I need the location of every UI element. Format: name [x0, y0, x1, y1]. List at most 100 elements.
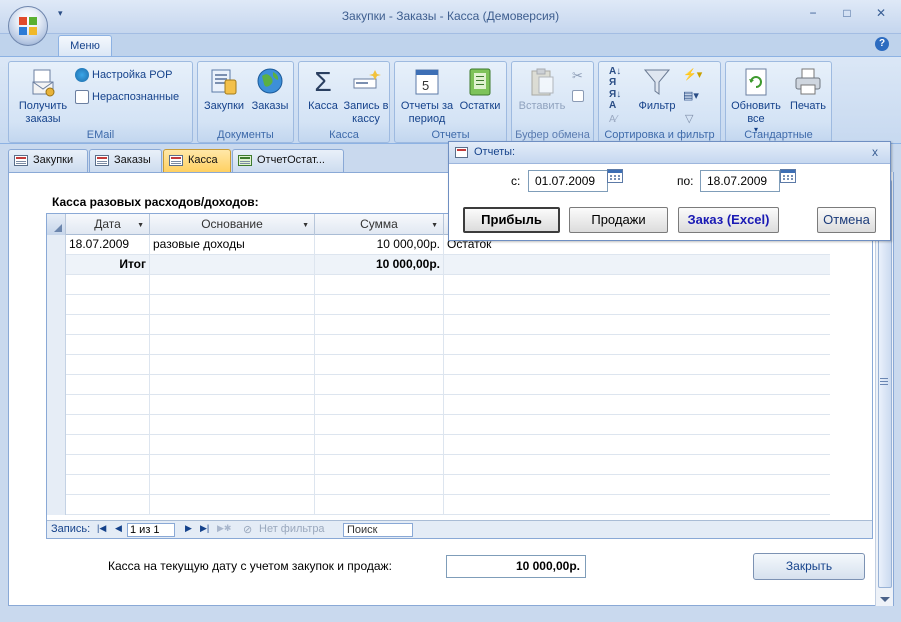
close-button[interactable]: Закрыть [753, 553, 865, 580]
from-date-field[interactable]: 01.07.2009 [528, 170, 608, 192]
row-selector[interactable] [47, 235, 66, 255]
selection-filter-icon[interactable]: ⚡▾ [683, 68, 702, 81]
minimize-button[interactable]: − [805, 6, 821, 20]
form-icon [455, 147, 468, 158]
ribbon-group-standard: Обновить все ▾ Печать Стандартные [725, 61, 832, 143]
column-header-amount[interactable]: Сумма ▼ [315, 214, 444, 235]
column-header-date[interactable]: Дата ▼ [66, 214, 150, 235]
select-all-button[interactable] [47, 214, 66, 235]
scroll-down-icon[interactable] [880, 597, 890, 602]
last-record-icon[interactable]: ▶| [200, 523, 209, 534]
from-calendar-icon[interactable] [607, 169, 623, 183]
sort-ascending-icon[interactable]: А↓ Я [609, 66, 621, 88]
cash-button[interactable]: Σ Касса [302, 66, 344, 113]
get-orders-button[interactable]: Получить заказы [13, 68, 73, 126]
ribbon-group-email: Получить заказы Настройка POP Нераспозна… [8, 61, 193, 143]
empty-row [47, 455, 830, 475]
empty-cell [150, 315, 315, 335]
window-title: Закупки - Заказы - Касса (Демоверсия) [341, 9, 560, 23]
purchases-icon [209, 66, 239, 98]
advanced-filter-icon[interactable]: ▤▾ [683, 89, 699, 102]
filter-button[interactable]: Фильтр [635, 66, 679, 113]
record-label: Запись: [51, 523, 91, 535]
row-selector [47, 375, 66, 395]
sales-button[interactable]: Продажи [569, 207, 668, 233]
purchases-button[interactable]: Закупки [200, 66, 248, 113]
record-number-input[interactable]: 1 из 1 [127, 523, 175, 537]
close-window-button[interactable]: ✕ [873, 6, 889, 20]
empty-cell [315, 335, 444, 355]
print-button[interactable]: Печать [786, 66, 830, 113]
cancel-button[interactable]: Отмена [817, 207, 876, 233]
row-selector [47, 455, 66, 475]
empty-cell [66, 395, 150, 415]
maximize-button[interactable]: □ [839, 6, 855, 20]
empty-cell [150, 335, 315, 355]
doc-tab-orders[interactable]: Заказы [89, 149, 162, 172]
new-record-icon[interactable]: ▶✱ [217, 523, 231, 534]
from-label: с: [511, 174, 521, 188]
column-dropdown-icon[interactable]: ▼ [302, 215, 309, 236]
order-excel-button[interactable]: Заказ (Excel) [678, 207, 779, 233]
period-reports-button[interactable]: 5 Отчеты за период [397, 66, 457, 126]
cash-datasheet: Дата ▼ Основание ▼ Сумма ▼ 18.07.2009 ра… [46, 213, 873, 539]
paste-button[interactable]: Вставить [514, 66, 570, 113]
row-selector[interactable] [47, 255, 66, 275]
dialog-close-icon[interactable]: x [872, 145, 878, 159]
empty-cell [66, 415, 150, 435]
unrecognized-button[interactable]: Нераспознанные [75, 90, 179, 104]
no-filter-icon[interactable]: ⊘ [243, 523, 252, 536]
group-label-standard: Стандартные [744, 129, 813, 141]
search-input[interactable]: Поиск [343, 523, 413, 537]
doc-tab-cash[interactable]: Касса [163, 149, 231, 173]
to-date-field[interactable]: 18.07.2009 [700, 170, 780, 192]
next-record-icon[interactable]: ▶ [185, 523, 192, 534]
orders-button[interactable]: Заказы [248, 66, 292, 113]
write-cash-button[interactable]: Запись в кассу [343, 66, 389, 126]
cut-icon[interactable]: ✂ [572, 68, 583, 84]
office-button[interactable] [8, 6, 48, 46]
doc-tab-purchases[interactable]: Закупки [8, 149, 88, 172]
cell-amount[interactable]: 10 000,00р. [315, 235, 444, 255]
group-label-sort-filter: Сортировка и фильтр [604, 129, 715, 141]
no-filter-label[interactable]: Нет фильтра [259, 523, 325, 535]
ledger-icon [465, 66, 495, 98]
total-amount: 10 000,00р. [315, 255, 444, 275]
profit-button[interactable]: Прибыль [463, 207, 560, 233]
group-label-cash: Касса [329, 129, 359, 141]
doc-tab-stock-report[interactable]: ОтчетОстат... [232, 149, 344, 172]
cell-date[interactable]: 18.07.2009 [66, 235, 150, 255]
empty-row [47, 355, 830, 375]
help-icon[interactable]: ? [875, 37, 889, 51]
scrollbar-grip-icon [880, 378, 888, 385]
tab-menu[interactable]: Меню [58, 35, 112, 57]
empty-row [47, 295, 830, 315]
first-record-icon[interactable]: |◀ [97, 523, 106, 534]
stock-button[interactable]: Остатки [455, 66, 505, 113]
toggle-filter-icon[interactable]: ▽ [685, 112, 693, 125]
column-dropdown-icon[interactable]: ▼ [431, 215, 438, 236]
column-header-basis[interactable]: Основание ▼ [150, 214, 315, 235]
previous-record-icon[interactable]: ◀ [115, 523, 122, 534]
empty-row [47, 395, 830, 415]
funnel-icon [642, 66, 672, 98]
reports-dialog: Отчеты: x с: 01.07.2009 по: 18.07.2009 П… [448, 141, 891, 241]
column-dropdown-icon[interactable]: ▼ [137, 215, 144, 236]
refresh-all-button[interactable]: Обновить все ▾ [728, 66, 784, 134]
clear-sort-icon[interactable]: А⁄ [609, 114, 617, 125]
empty-cell [66, 335, 150, 355]
cash-label: Касса [308, 100, 338, 112]
empty-cell [150, 355, 315, 375]
cell-basis[interactable]: разовые доходы [150, 235, 315, 255]
empty-cell [66, 295, 150, 315]
row-selector [47, 395, 66, 415]
sort-descending-icon[interactable]: Я↓ А [609, 89, 621, 111]
empty-cell [150, 275, 315, 295]
to-calendar-icon[interactable] [780, 169, 796, 183]
empty-cell [315, 475, 444, 495]
ribbon-group-cash: Σ Касса Запись в кассу Касса [298, 61, 390, 143]
empty-row [47, 335, 830, 355]
office-logo-icon [19, 17, 38, 36]
copy-icon[interactable] [572, 90, 584, 105]
pop-settings-button[interactable]: Настройка POP [75, 68, 172, 82]
